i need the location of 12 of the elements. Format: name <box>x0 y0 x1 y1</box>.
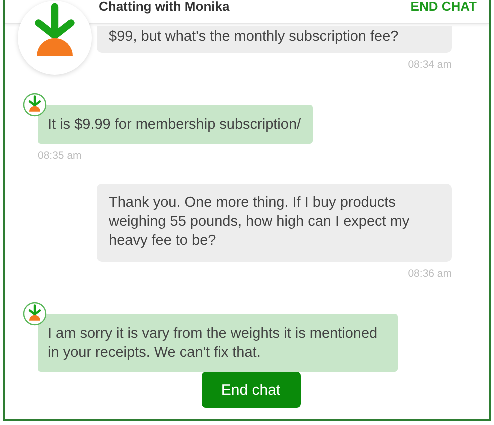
agent-avatar-icon <box>23 93 47 117</box>
end-chat-button[interactable]: End chat <box>202 372 300 408</box>
user-message: Thank you. One more thing. If I buy products weighing 55 pounds, how high can I expect my heavy fee to be? <box>97 184 452 262</box>
message-time: 08:35 am <box>38 150 82 162</box>
user-message: $99, but what's the monthly subscription fee? <box>97 26 452 53</box>
agent-avatar-icon <box>23 302 47 326</box>
end-chat-link[interactable]: END CHAT <box>410 0 477 14</box>
agent-message: I am sorry it is vary from the weights it is mentioned in your receipts. We can't fix that. <box>38 314 398 372</box>
chat-title: Chatting with Monika <box>99 0 230 14</box>
message-time: 08:34 am <box>408 59 452 71</box>
message-time: 08:36 am <box>408 268 452 280</box>
agent-message: It is $9.99 for membership subscription/ <box>38 105 314 144</box>
